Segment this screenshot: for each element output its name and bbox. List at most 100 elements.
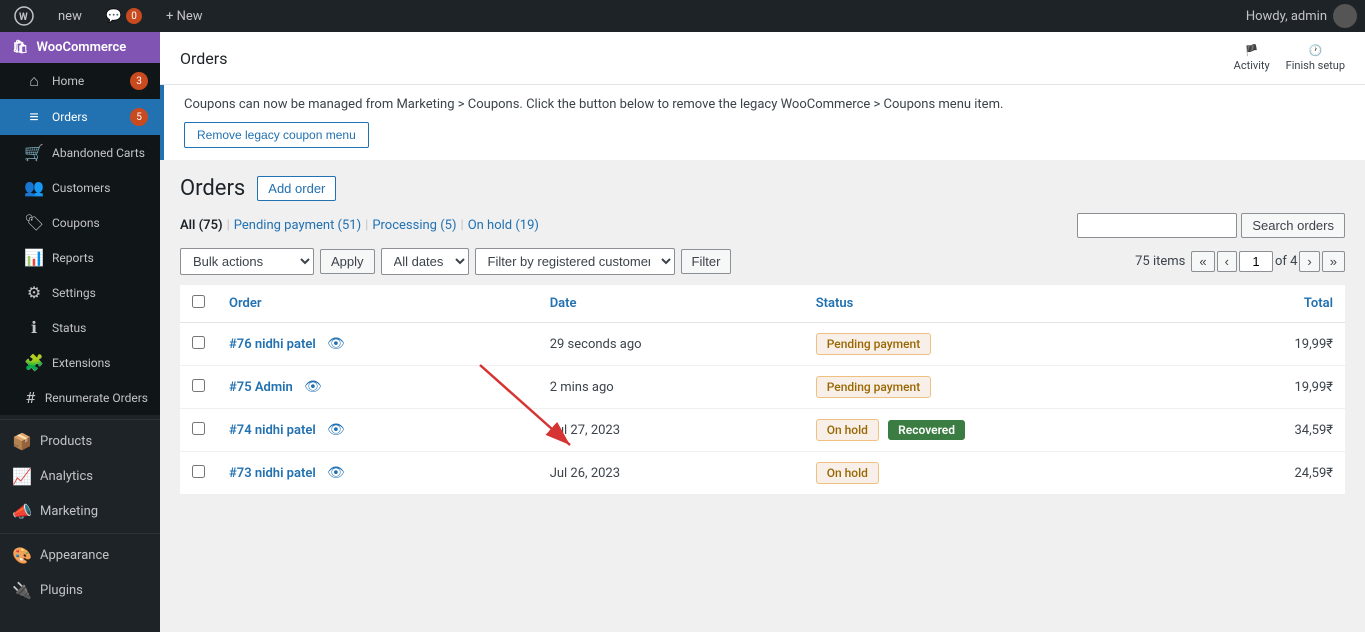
search-orders-button[interactable]: Search orders xyxy=(1241,213,1345,238)
sidebar-item-reports[interactable]: 📊 Reports xyxy=(0,240,160,275)
select-all-checkbox[interactable] xyxy=(192,295,205,308)
pagination-section: 75 items « ‹ of 4 › » xyxy=(1135,251,1345,272)
orders-heading: Orders xyxy=(180,176,245,201)
woocommerce-header[interactable]: 🛍 WooCommerce xyxy=(0,32,160,63)
finish-setup-button[interactable]: 🕐 Finish setup xyxy=(1286,44,1345,72)
new-button[interactable]: + New xyxy=(160,0,209,32)
table-row: #76 nidhi patel 👁 29 seconds ago Pending… xyxy=(180,323,1345,366)
order-eye-icon-2[interactable]: 👁 xyxy=(327,422,345,438)
sidebar-item-analytics[interactable]: 📈 Analytics xyxy=(0,459,160,494)
row-checkbox-3[interactable] xyxy=(192,465,205,478)
sidebar-divider-2 xyxy=(0,533,160,534)
orders-icon: ≡ xyxy=(24,107,44,127)
sidebar-item-plugins[interactable]: 🔌 Plugins xyxy=(0,573,160,608)
sidebar-item-marketing[interactable]: 📣 Marketing xyxy=(0,494,160,529)
remove-legacy-coupon-button[interactable]: Remove legacy coupon menu xyxy=(184,122,369,148)
orders-title-row: Orders Add order xyxy=(180,176,1345,201)
order-link-1[interactable]: #75 Admin xyxy=(229,380,293,395)
notice-banner: Coupons can now be managed from Marketin… xyxy=(160,85,1365,160)
order-link-0[interactable]: #76 nidhi patel xyxy=(229,337,316,352)
order-cell: #73 nidhi patel 👁 xyxy=(217,452,538,495)
add-order-button[interactable]: Add order xyxy=(257,176,336,201)
toolbar: Bulk actions Mark processing Mark on-hol… xyxy=(180,248,1345,275)
sidebar-item-settings[interactable]: ⚙ Settings xyxy=(0,275,160,310)
order-link-3[interactable]: #73 nidhi patel xyxy=(229,466,316,481)
first-page-button[interactable]: « xyxy=(1191,251,1214,272)
comments-button[interactable]: 💬 0 xyxy=(100,0,148,32)
activity-button[interactable]: 🏴 Activity xyxy=(1234,44,1270,72)
all-dates-select[interactable]: All dates xyxy=(381,248,469,275)
main-content: Orders 🏴 Activity 🕐 Finish setup Coupons… xyxy=(160,32,1365,632)
svg-text:W: W xyxy=(19,12,28,23)
total-cell-2: 34,59₹ xyxy=(1202,409,1346,452)
toolbar-right: Search orders xyxy=(1077,213,1345,238)
date-cell: Jul 27, 2023 xyxy=(538,409,804,452)
status-cell: On hold xyxy=(804,452,1202,495)
appearance-icon: 🎨 xyxy=(12,546,32,565)
customer-filter-select[interactable]: Filter by registered customer xyxy=(475,248,675,275)
order-header[interactable]: Order xyxy=(217,285,538,323)
total-cell-1: 19,99₹ xyxy=(1202,366,1346,409)
sidebar-item-appearance[interactable]: 🎨 Appearance xyxy=(0,538,160,573)
woo-submenu: ⌂ Home 3 ≡ Orders 5 🛒 Abandoned Carts 👥 … xyxy=(0,63,160,415)
sidebar-item-renumerate[interactable]: # Renumerate Orders xyxy=(0,380,160,415)
reports-icon: 📊 xyxy=(24,248,44,267)
sidebar-divider-1 xyxy=(0,419,160,420)
row-checkbox-2[interactable] xyxy=(192,422,205,435)
order-cell: #74 nidhi patel 👁 xyxy=(217,409,538,452)
plugins-icon: 🔌 xyxy=(12,581,32,600)
avatar xyxy=(1333,4,1357,28)
table-row: #73 nidhi patel 👁 Jul 26, 2023 On hold 2… xyxy=(180,452,1345,495)
bulk-actions-select[interactable]: Bulk actions Mark processing Mark on-hol… xyxy=(180,248,314,275)
activity-icon: 🏴 xyxy=(1245,44,1259,57)
analytics-icon: 📈 xyxy=(12,467,32,486)
customers-icon: 👥 xyxy=(24,178,44,197)
row-checkbox-cell xyxy=(180,409,217,452)
filter-processing[interactable]: Processing (5) xyxy=(372,218,456,233)
orders-section: Orders Add order All (75) | Pending paym… xyxy=(160,160,1365,511)
settings-icon: ⚙ xyxy=(24,283,44,302)
total-header[interactable]: Total xyxy=(1202,285,1346,323)
order-link-2[interactable]: #74 nidhi patel xyxy=(229,423,316,438)
date-header[interactable]: Date xyxy=(538,285,804,323)
status-cell: On hold Recovered xyxy=(804,409,1202,452)
sidebar-item-home[interactable]: ⌂ Home 3 xyxy=(0,63,160,99)
apply-button[interactable]: Apply xyxy=(320,249,375,274)
status-badge-3: On hold xyxy=(816,462,879,484)
pagination: « ‹ of 4 › » xyxy=(1191,251,1345,272)
filter-onhold[interactable]: On hold (19) xyxy=(468,218,539,233)
total-cell-0: 19,99₹ xyxy=(1202,323,1346,366)
order-eye-icon-0[interactable]: 👁 xyxy=(327,336,345,352)
status-header: Status xyxy=(804,285,1202,323)
site-name[interactable]: new xyxy=(52,0,88,32)
select-all-header xyxy=(180,285,217,323)
sidebar-item-orders[interactable]: ≡ Orders 5 xyxy=(0,99,160,135)
next-page-button[interactable]: › xyxy=(1299,251,1319,272)
sidebar-item-abandoned-carts[interactable]: 🛒 Abandoned Carts xyxy=(0,135,160,170)
sidebar-item-customers[interactable]: 👥 Customers xyxy=(0,170,160,205)
sidebar-item-coupons[interactable]: 🏷 Coupons xyxy=(0,205,160,240)
row-checkbox-cell xyxy=(180,366,217,409)
order-eye-icon-3[interactable]: 👁 xyxy=(327,465,345,481)
last-page-button[interactable]: » xyxy=(1322,251,1345,272)
table-row: #74 nidhi patel 👁 Jul 27, 2023 On hold R… xyxy=(180,409,1345,452)
filter-all[interactable]: All (75) xyxy=(180,218,223,233)
search-orders-input[interactable] xyxy=(1077,213,1237,238)
items-count: 75 items xyxy=(1135,254,1185,269)
sidebar-item-status[interactable]: ℹ Status xyxy=(0,310,160,345)
filter-pending[interactable]: Pending payment (51) xyxy=(234,218,361,233)
row-checkbox-0[interactable] xyxy=(192,336,205,349)
filter-button[interactable]: Filter xyxy=(681,249,732,274)
row-checkbox-1[interactable] xyxy=(192,379,205,392)
header-actions: 🏴 Activity 🕐 Finish setup xyxy=(1234,44,1345,72)
howdy-section: Howdy, admin xyxy=(1246,4,1357,28)
table-row: #75 Admin 👁 2 mins ago Pending payment 1… xyxy=(180,366,1345,409)
extensions-icon: 🧩 xyxy=(24,353,44,372)
current-page-input[interactable] xyxy=(1239,251,1273,272)
sidebar-item-products[interactable]: 📦 Products xyxy=(0,424,160,459)
orders-table: Order Date Status Total xyxy=(180,285,1345,495)
sidebar-item-extensions[interactable]: 🧩 Extensions xyxy=(0,345,160,380)
order-eye-icon-1[interactable]: 👁 xyxy=(304,379,322,395)
prev-page-button[interactable]: ‹ xyxy=(1217,251,1237,272)
wp-logo-button[interactable]: W xyxy=(8,0,40,32)
